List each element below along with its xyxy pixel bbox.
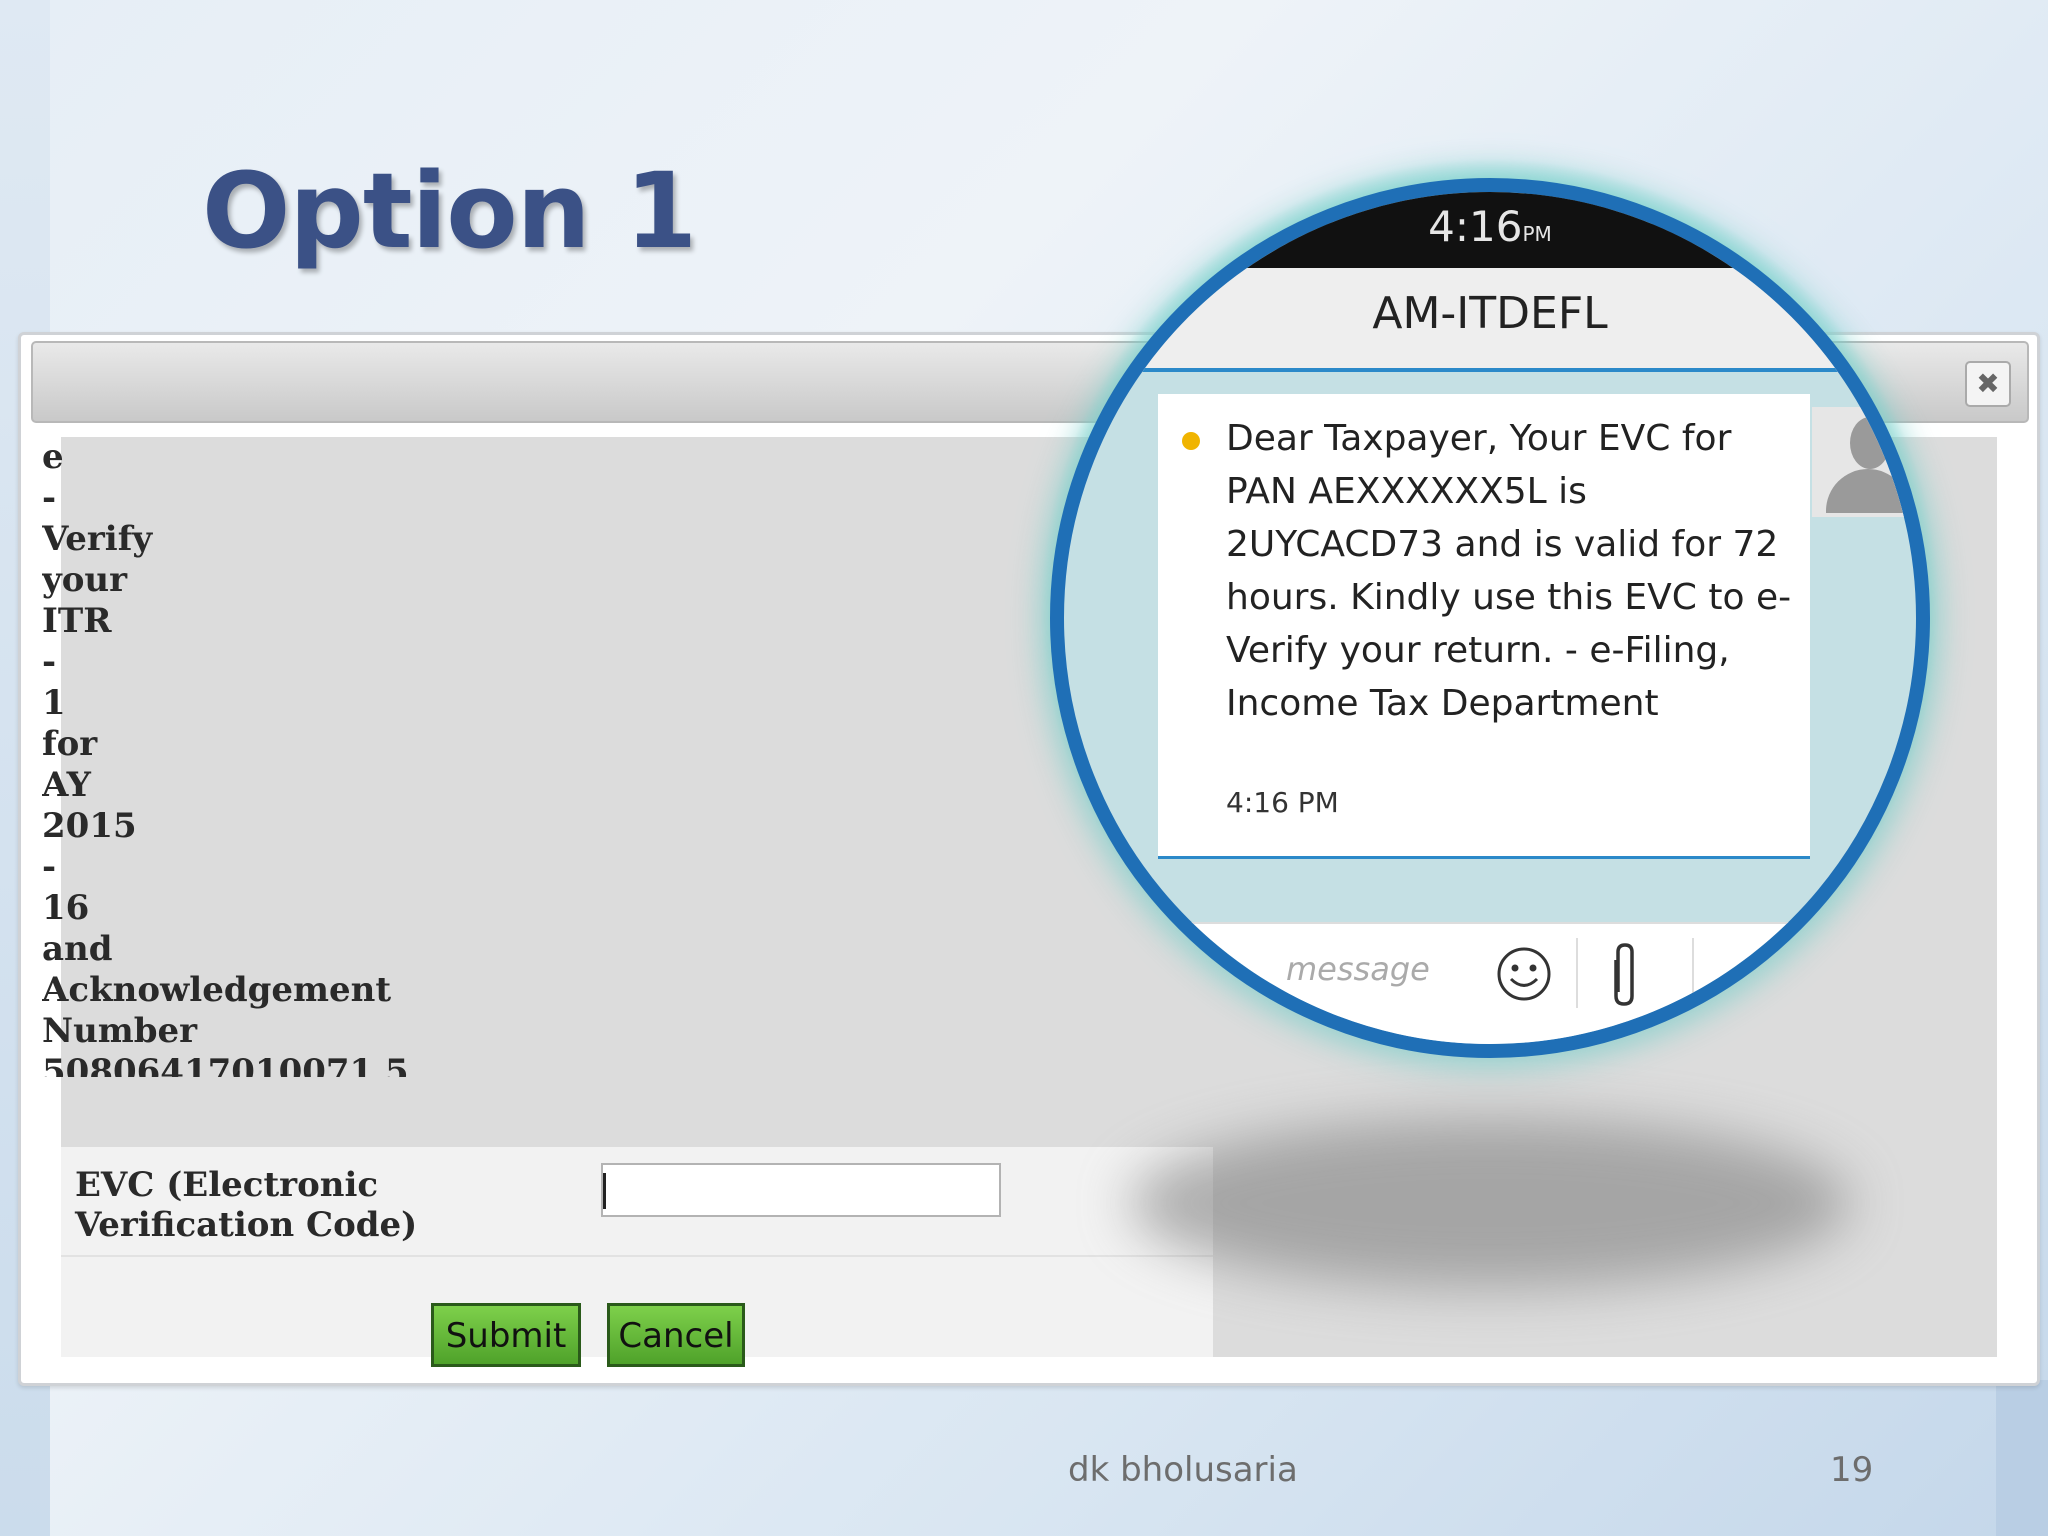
status-time-value: 4:16 <box>1428 202 1523 251</box>
magnifier-shadow <box>1130 1118 1850 1288</box>
verify-word: 16 <box>42 888 90 928</box>
verify-word: and <box>42 929 113 969</box>
verify-word: ITR <box>42 601 112 641</box>
sms-header: AM-ITDEFL <box>1064 268 1916 372</box>
status-ampm: PM <box>1522 222 1552 246</box>
verify-word: your <box>42 560 128 600</box>
compose-divider <box>1692 938 1694 1008</box>
avatar-body <box>1826 469 1910 513</box>
verify-word: AY <box>42 765 91 805</box>
evc-row: EVC (Electronic Verification Code) <box>61 1147 1213 1257</box>
page-number: 19 <box>1830 1450 1874 1490</box>
verify-word: Verify <box>42 519 153 559</box>
sms-sender: AM-ITDEFL <box>1372 288 1608 339</box>
evc-label: EVC (Electronic Verification Code) <box>75 1165 418 1245</box>
compose-bar: message <box>1064 922 1916 1044</box>
unread-dot-icon <box>1182 432 1200 450</box>
evc-form: EVC (Electronic Verification Code) Submi… <box>61 1147 1213 1367</box>
sms-message: Dear Taxpayer, Your EVC for PAN AEXXXXXX… <box>1226 418 1792 724</box>
verify-heading: e - Verify your ITR - 1 for AY 2015 - 16… <box>42 437 542 1077</box>
close-button[interactable]: ✖ <box>1965 361 2011 407</box>
verify-word: Acknowledgement <box>42 970 392 1010</box>
cancel-button[interactable]: Cancel <box>607 1303 745 1367</box>
emoji-icon[interactable] <box>1494 944 1554 1004</box>
evc-input[interactable] <box>601 1163 1001 1217</box>
verify-word: - <box>42 847 57 887</box>
compose-divider <box>1576 938 1578 1008</box>
sms-bubble[interactable]: Dear Taxpayer, Your EVC for PAN AEXXXXXX… <box>1158 394 1810 859</box>
avatar-head <box>1850 417 1890 469</box>
text-caret <box>603 1173 606 1209</box>
verify-word: for <box>42 724 98 764</box>
phone-status-bar: 4:16PM <box>1064 192 1916 268</box>
verify-word: - <box>42 478 57 518</box>
phone-magnifier: 4:16PM AM-ITDEFL Dear Taxpayer, Your EVC… <box>1050 178 1930 1058</box>
verify-word: e <box>42 437 64 477</box>
verify-word: 1 <box>42 683 66 723</box>
verify-word: - <box>42 642 57 682</box>
avatar-icon <box>1812 407 1916 517</box>
sms-time: 4:16 PM <box>1226 786 1339 819</box>
paperclip-icon[interactable] <box>1604 940 1644 1010</box>
slide-title: Option 1 <box>202 150 697 272</box>
acknowledgement-number: 50806417010071 5 <box>42 1052 409 1077</box>
verify-word: Number <box>42 1011 198 1051</box>
compose-input[interactable]: message <box>1286 950 1430 988</box>
submit-button[interactable]: Submit <box>431 1303 581 1367</box>
verify-word: 2015 <box>42 806 137 846</box>
slide-right-strip <box>1996 1380 2048 1536</box>
status-time: 4:16PM <box>1064 202 1916 251</box>
footer-author: dk bholusaria <box>1068 1450 1298 1490</box>
